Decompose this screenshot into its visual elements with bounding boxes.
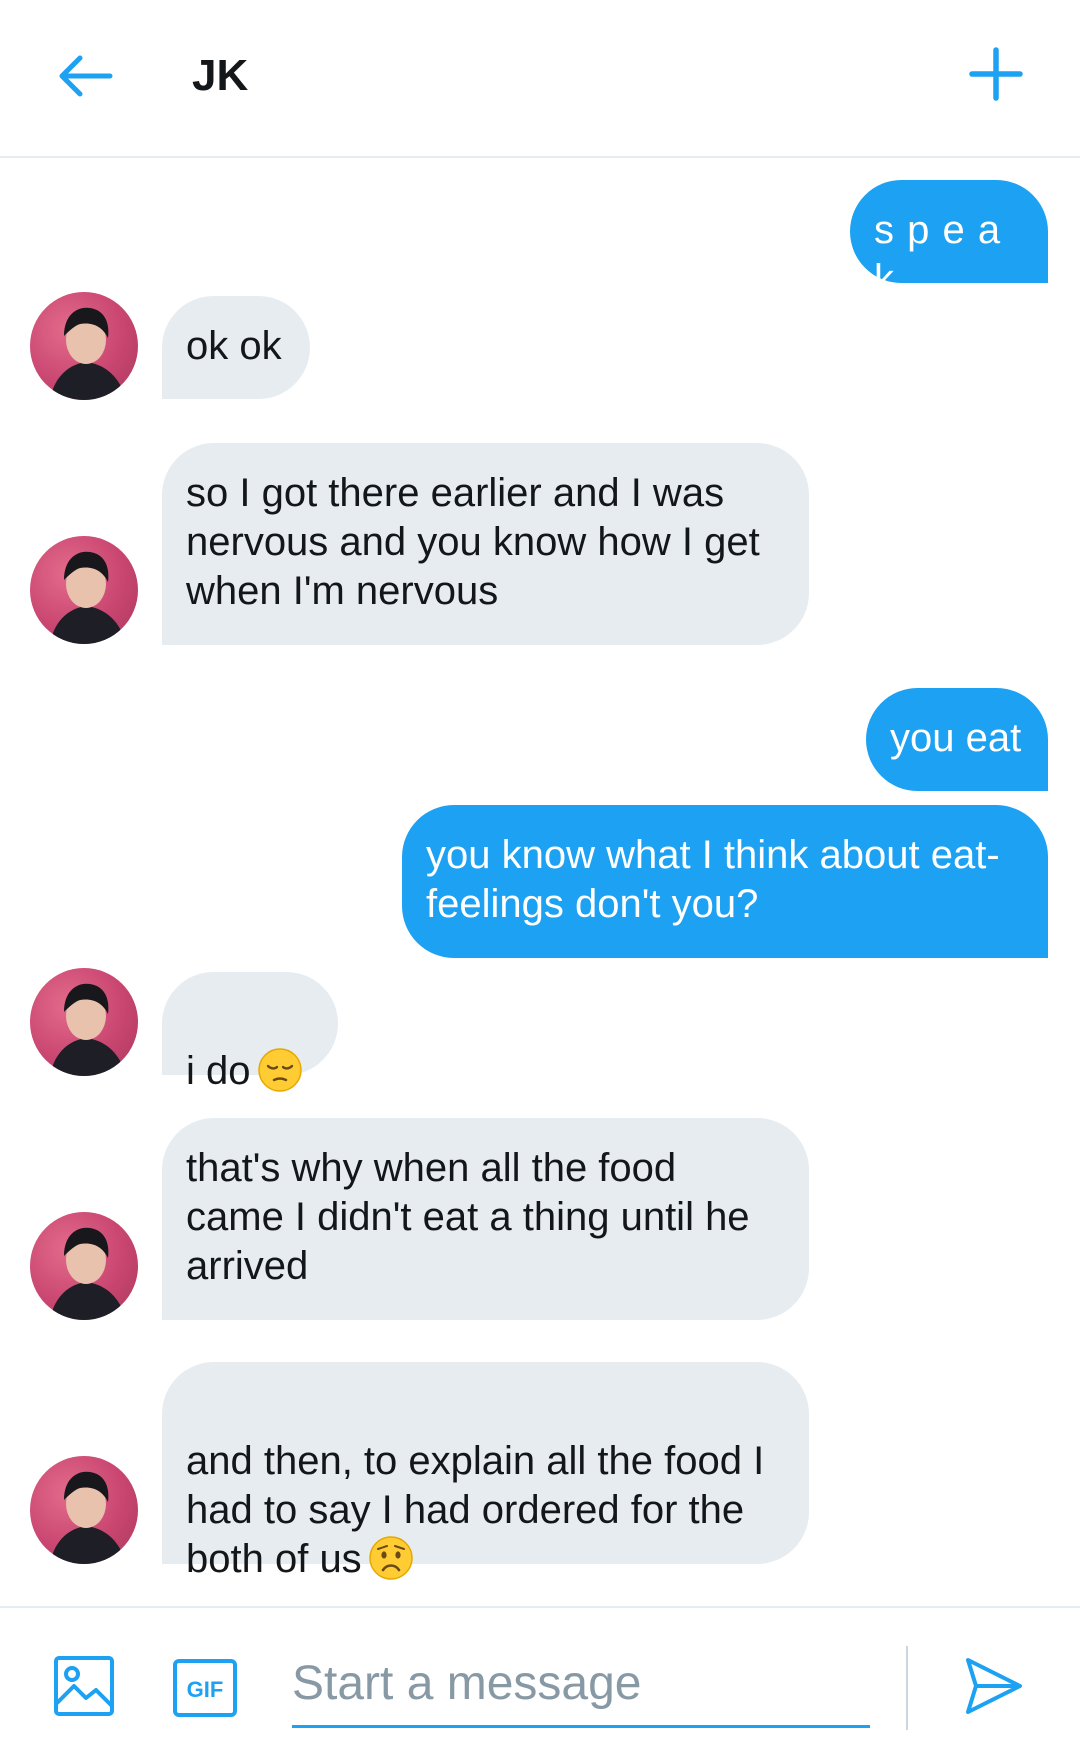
received-message[interactable]: i do — [162, 972, 338, 1093]
avatar[interactable] — [30, 1212, 138, 1320]
received-message[interactable]: that's why when all the food came I didn… — [162, 1118, 809, 1320]
message-composer: GIF — [0, 1606, 1080, 1761]
sent-message[interactable]: you eat — [866, 688, 1048, 791]
add-image-button[interactable] — [52, 1654, 116, 1718]
received-message[interactable]: so I got there earlier and I was nervous… — [162, 443, 809, 645]
pensive-face-icon — [257, 1048, 302, 1092]
plus-icon — [969, 47, 1023, 101]
message-text: and then, to explain all the food I had … — [186, 1439, 765, 1581]
conversation-title[interactable]: JK — [192, 44, 248, 108]
avatar[interactable] — [30, 536, 138, 644]
gif-label: GIF — [187, 1677, 224, 1702]
message-text: i do — [186, 1049, 251, 1093]
send-button[interactable] — [962, 1654, 1026, 1718]
avatar[interactable] — [30, 968, 138, 1076]
received-message[interactable]: ok ok — [162, 296, 310, 399]
avatar[interactable] — [30, 1456, 138, 1564]
avatar[interactable] — [30, 292, 138, 400]
back-button[interactable] — [48, 40, 120, 112]
arrow-left-icon — [59, 55, 113, 97]
worried-face-icon — [368, 1536, 413, 1580]
message-input[interactable] — [292, 1642, 870, 1728]
image-icon — [54, 1656, 114, 1716]
add-gif-button[interactable]: GIF — [172, 1658, 238, 1718]
received-message[interactable]: and then, to explain all the food I had … — [162, 1362, 809, 1581]
composer-divider — [906, 1646, 908, 1730]
sent-message[interactable]: s p e a k — [850, 180, 1048, 301]
add-button[interactable] — [958, 36, 1034, 112]
send-icon — [966, 1658, 1022, 1714]
gif-icon: GIF — [173, 1659, 237, 1717]
conversation-header: JK — [0, 0, 1080, 158]
sent-message[interactable]: you know what I think about eat-feelings… — [402, 805, 1048, 958]
